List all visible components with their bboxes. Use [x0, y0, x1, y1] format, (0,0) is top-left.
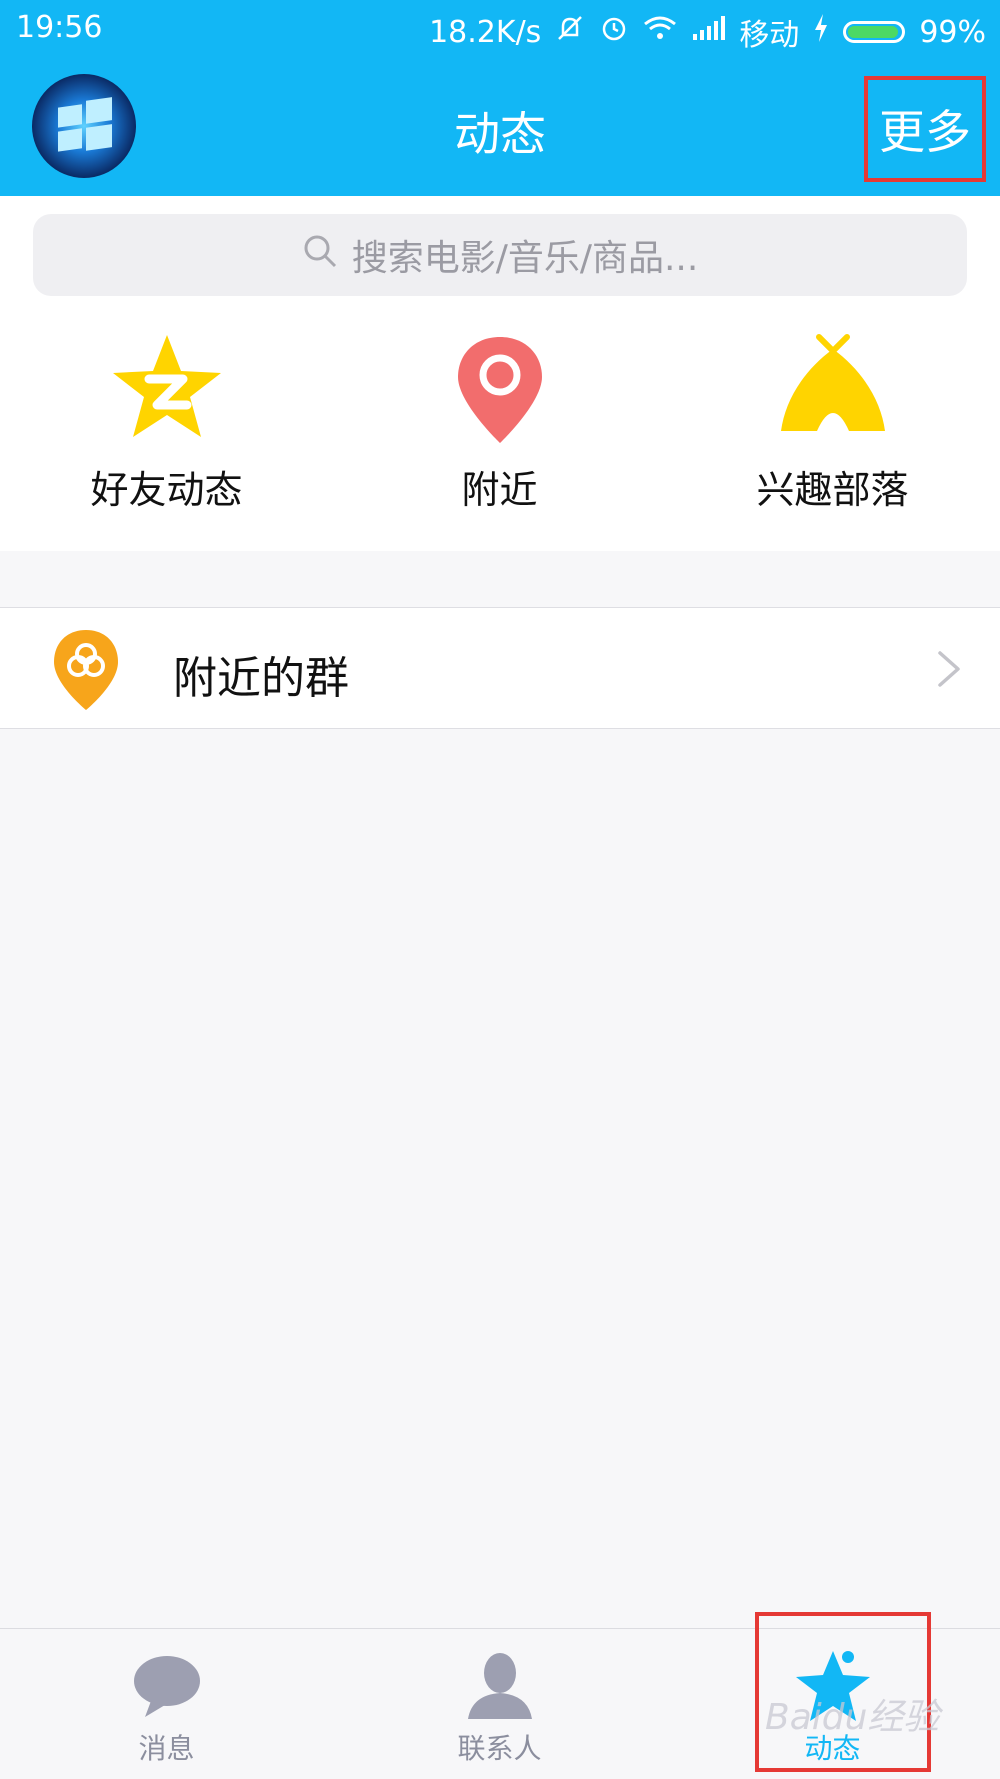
more-button[interactable]: 更多	[864, 76, 986, 182]
search-input[interactable]: 搜索电影/音乐/商品...	[33, 214, 967, 296]
nearby-groups-label: 附近的群	[173, 653, 349, 704]
tab-contacts[interactable]: 联系人	[333, 1629, 666, 1779]
search-icon	[302, 233, 338, 278]
person-icon	[467, 1653, 532, 1719]
net-speed: 18.2K/s	[429, 14, 542, 50]
quick-label-nearby: 附近	[461, 468, 538, 512]
group-location-icon	[54, 630, 118, 710]
alarm-icon	[599, 13, 629, 51]
wifi-icon	[643, 14, 677, 50]
quick-label-friend-feed: 好友动态	[90, 468, 243, 512]
status-time: 19:56	[16, 10, 103, 45]
location-pin-icon	[457, 337, 542, 443]
search-placeholder: 搜索电影/音乐/商品...	[351, 238, 699, 279]
quick-actions: 好友动态 附近 兴趣部落	[0, 331, 1000, 531]
signal-icon	[691, 15, 726, 50]
discover-section: 搜索电影/音乐/商品... 好友动态 附近 兴趣部落	[0, 196, 1000, 551]
quick-item-interest-tribe[interactable]: 兴趣部落	[666, 331, 999, 531]
quick-item-nearby[interactable]: 附近	[333, 331, 666, 531]
app-header: 动态 更多	[0, 56, 1000, 196]
tab-messages[interactable]: 消息	[0, 1629, 333, 1779]
battery-icon	[843, 21, 906, 43]
watermark: Baidu经验	[765, 1697, 940, 1738]
tab-label-messages: 消息	[138, 1732, 195, 1765]
quick-label-interest-tribe: 兴趣部落	[756, 468, 909, 512]
mute-icon	[555, 13, 585, 51]
status-bar: 19:56 18.2K/s 移动 99%	[0, 0, 1000, 56]
page-title: 动态	[454, 107, 546, 161]
tab-label-contacts: 联系人	[457, 1732, 542, 1765]
chat-bubble-icon	[133, 1656, 200, 1717]
chevron-right-icon	[938, 651, 960, 687]
star-icon	[112, 335, 221, 437]
status-right: 18.2K/s 移动 99%	[429, 10, 986, 54]
battery-percent: 99%	[919, 14, 986, 50]
quick-item-friend-feed[interactable]: 好友动态	[0, 331, 333, 531]
list-item-nearby-groups[interactable]: 附近的群	[0, 607, 1000, 729]
carrier-label: 移动	[739, 18, 800, 53]
charging-icon	[813, 14, 829, 50]
tent-icon	[780, 334, 885, 431]
